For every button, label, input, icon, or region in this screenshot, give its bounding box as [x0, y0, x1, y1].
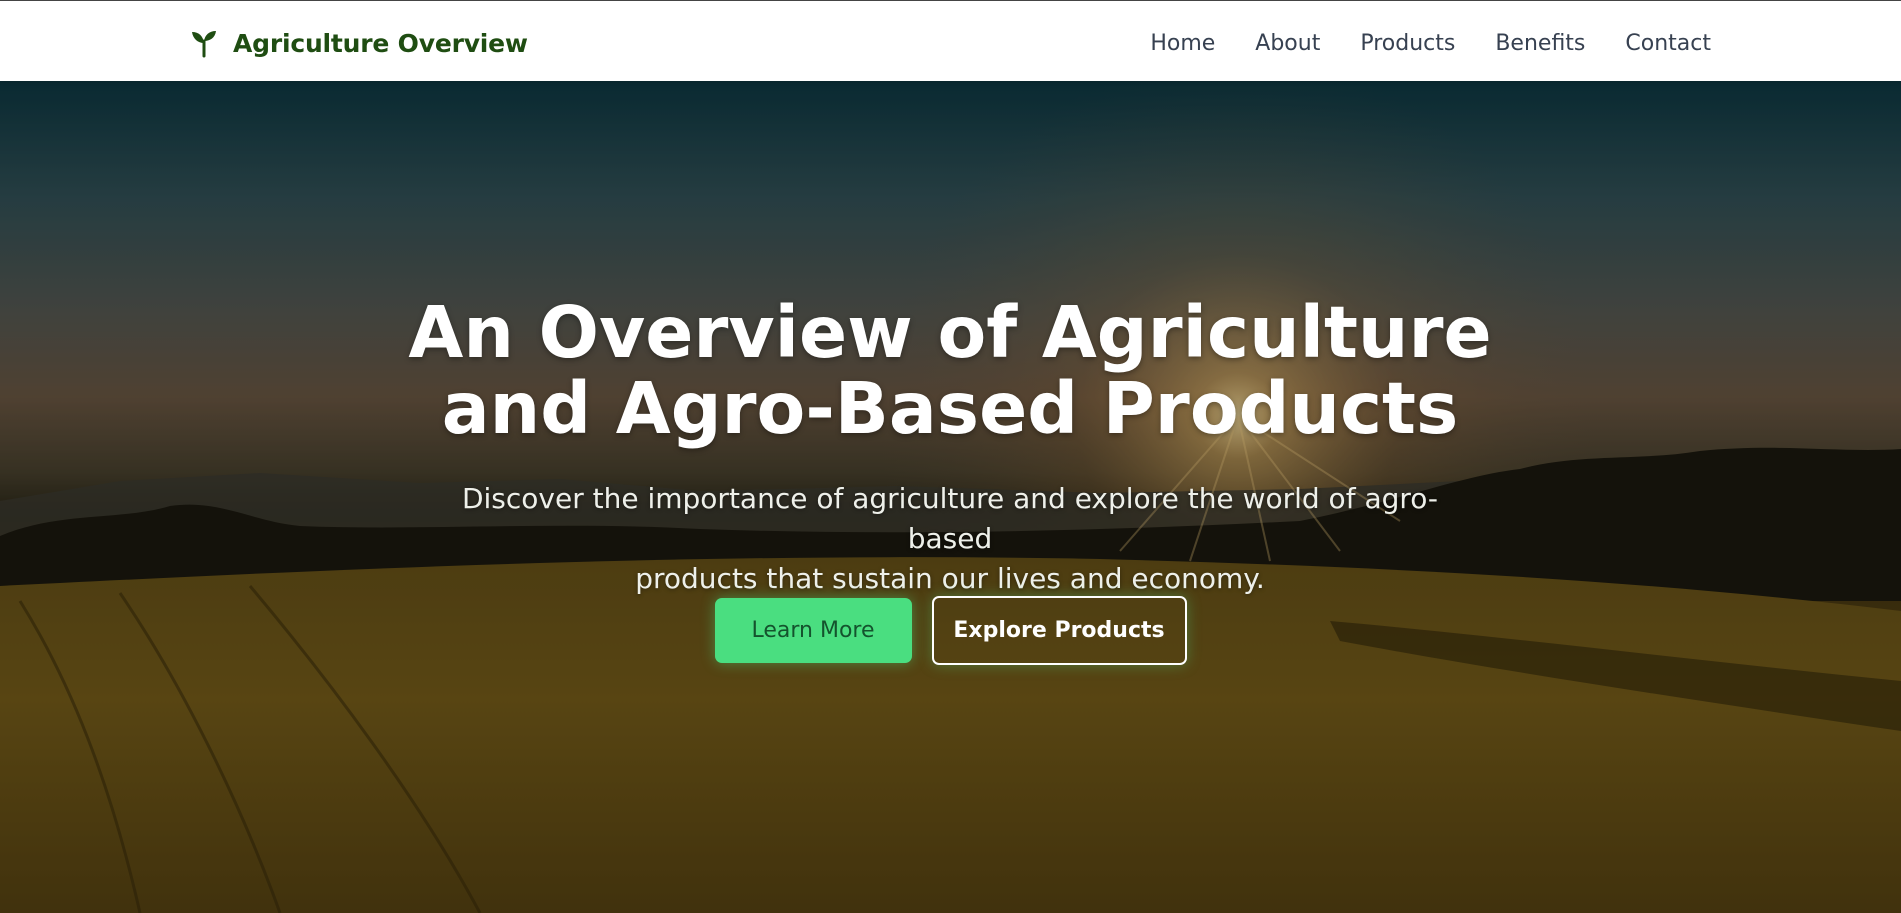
hero-section: An Overview of Agriculture and Agro-Base… [0, 81, 1901, 913]
brand-title: Agriculture Overview [233, 28, 528, 58]
nav-link-benefits[interactable]: Benefits [1495, 31, 1585, 56]
sprout-icon [189, 28, 219, 58]
hero-title: An Overview of Agriculture and Agro-Base… [350, 295, 1550, 447]
hero-subtitle-line-1: Discover the importance of agriculture a… [461, 482, 1439, 555]
hero-title-line-1: An Overview of Agriculture [408, 291, 1492, 374]
hero-content: An Overview of Agriculture and Agro-Base… [0, 81, 1901, 913]
nav-link-about[interactable]: About [1255, 31, 1320, 56]
main-nav: Home About Products Benefits Contact [1150, 25, 1711, 61]
hero-title-line-2: and Agro-Based Products [441, 367, 1459, 450]
nav-link-contact[interactable]: Contact [1625, 31, 1711, 56]
hero-buttons: Learn More Explore Products [0, 596, 1901, 665]
hero-subtitle-line-2: products that sustain our lives and econ… [635, 562, 1265, 595]
navbar: Agriculture Overview Home About Products… [0, 0, 1901, 81]
explore-products-button[interactable]: Explore Products [931, 596, 1187, 665]
learn-more-button[interactable]: Learn More [714, 598, 912, 663]
brand[interactable]: Agriculture Overview [189, 25, 528, 61]
hero-subtitle: Discover the importance of agriculture a… [430, 479, 1470, 599]
nav-link-home[interactable]: Home [1150, 31, 1215, 56]
nav-link-products[interactable]: Products [1360, 31, 1455, 56]
